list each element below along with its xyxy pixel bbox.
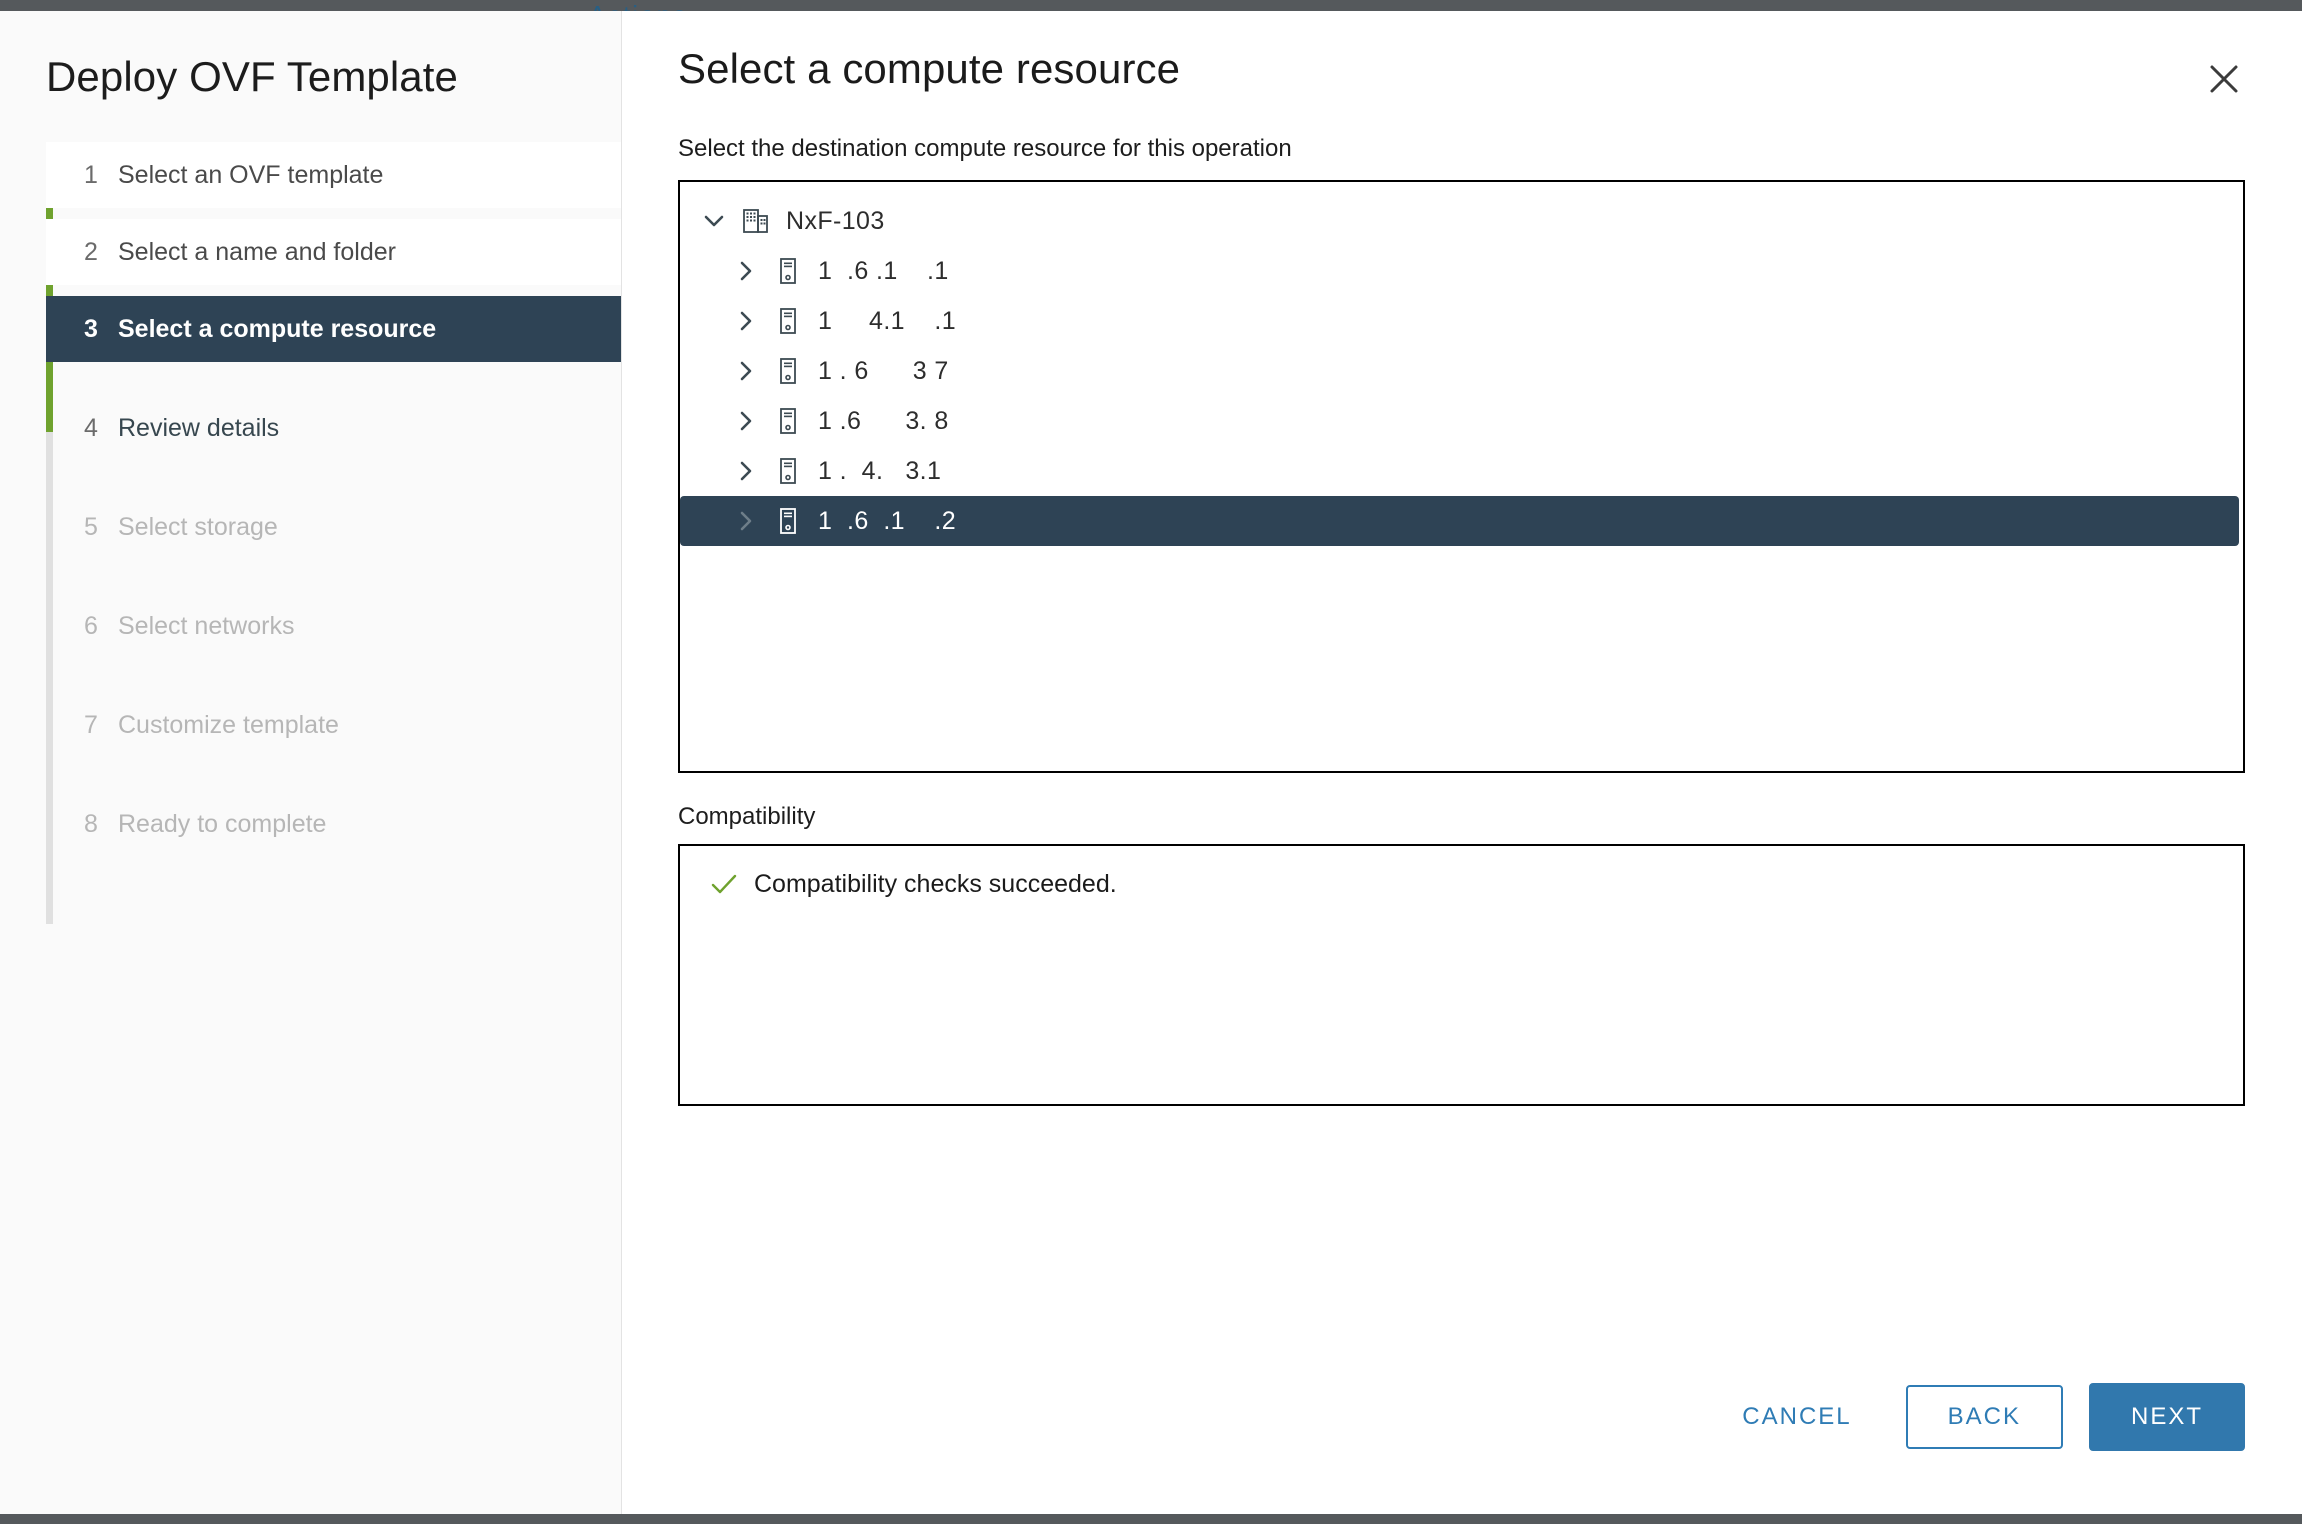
step-number: 2: [84, 237, 98, 266]
host-icon: [768, 456, 808, 486]
chevron-right-icon[interactable]: [724, 257, 768, 285]
tree-item-label: 1 4.1 .1: [818, 306, 964, 335]
page-title: Select a compute resource: [678, 45, 1181, 92]
tree-row-selected[interactable]: 1 .6 .1 .2: [680, 496, 2239, 546]
wizard-sidebar: Deploy OVF Template 1 Select an OVF temp…: [0, 11, 622, 1514]
steps-spacer: [46, 759, 621, 791]
sidebar-step-select-compute-resource[interactable]: 3 Select a compute resource: [46, 296, 621, 362]
dialog-title: Deploy OVF Template: [46, 53, 458, 100]
deploy-ovf-template-dialog: Deploy OVF Template 1 Select an OVF temp…: [0, 11, 2302, 1514]
sidebar-step-ready-to-complete: 8 Ready to complete: [46, 791, 621, 857]
cancel-button[interactable]: CANCEL: [1716, 1387, 1877, 1447]
step-number: 7: [84, 710, 98, 739]
steps-spacer: [46, 561, 621, 593]
wizard-steps-wrapper: 1 Select an OVF template 2 Select a name…: [0, 142, 621, 924]
steps-spacer: [46, 660, 621, 692]
chevron-right-icon[interactable]: [724, 307, 768, 335]
steps-spacer: [46, 462, 621, 494]
wizard-steps-list: 1 Select an OVF template 2 Select a name…: [46, 142, 621, 857]
tree-item-label: 1 .6 3. 8: [818, 406, 949, 435]
step-number: 8: [84, 809, 98, 838]
compatibility-status-text: Compatibility checks succeeded.: [754, 869, 1117, 898]
next-button[interactable]: NEXT: [2088, 1383, 2245, 1451]
step-number: 6: [84, 611, 98, 640]
step-number: 1: [84, 160, 98, 189]
host-icon: [768, 256, 808, 286]
compatibility-label: Compatibility: [678, 803, 816, 830]
bottom-chrome-strip: [0, 1514, 2302, 1524]
top-chrome-strip: [0, 0, 2302, 11]
host-icon: [768, 356, 808, 386]
compatibility-status-row: Compatibility checks succeeded.: [708, 868, 2243, 900]
step-label: Select networks: [118, 611, 295, 640]
host-icon: [768, 306, 808, 336]
chevron-right-icon[interactable]: [724, 357, 768, 385]
wizard-content-panel: Select a compute resource Select the des…: [622, 11, 2302, 1514]
sidebar-step-review-details[interactable]: 4 Review details: [46, 395, 621, 461]
step-label: Ready to complete: [118, 809, 327, 838]
back-button[interactable]: BACK: [1905, 1385, 2063, 1449]
datacenter-icon: [736, 206, 776, 236]
step-number: 5: [84, 512, 98, 541]
tree-row[interactable]: 1 .6 .1 .1: [680, 246, 2243, 296]
tree-item-label: 1 . 6 3 7: [818, 356, 949, 385]
tree-row[interactable]: 1 .6 3. 8: [680, 396, 2243, 446]
tree-row[interactable]: 1 4.1 .1: [680, 296, 2243, 346]
chevron-right-icon[interactable]: [724, 457, 768, 485]
step-label: Select a compute resource: [118, 314, 437, 343]
check-icon: [708, 868, 746, 900]
steps-spacer: [46, 363, 621, 395]
page-subtitle: Select the destination compute resource …: [678, 135, 1292, 162]
compatibility-panel: Compatibility checks succeeded.: [678, 844, 2245, 1106]
step-label: Customize template: [118, 710, 339, 739]
chevron-right-icon[interactable]: [724, 407, 768, 435]
step-label: Select storage: [118, 512, 278, 541]
sidebar-step-select-networks: 6 Select networks: [46, 593, 621, 659]
sidebar-step-select-ovf-template[interactable]: 1 Select an OVF template: [46, 142, 621, 208]
step-label: Select a name and folder: [118, 237, 396, 266]
sidebar-step-select-storage: 5 Select storage: [46, 494, 621, 560]
sidebar-step-select-name-and-folder[interactable]: 2 Select a name and folder: [46, 219, 621, 285]
sidebar-step-customize-template: 7 Customize template: [46, 692, 621, 758]
chevron-right-icon[interactable]: [724, 507, 768, 535]
tree-item-label: 1 . 4. 3.1: [818, 456, 942, 485]
compute-resource-tree[interactable]: NxF-103 1 .6 .1 .1 1 4.1 .1 1 . 6 3 7 1 …: [678, 180, 2245, 773]
tree-row[interactable]: 1 . 6 3 7: [680, 346, 2243, 396]
tree-item-label: 1 .6 .1 .2: [818, 506, 957, 535]
host-icon: [768, 406, 808, 436]
host-icon: [768, 506, 808, 536]
close-icon[interactable]: [2202, 57, 2246, 101]
tree-item-label: NxF-103: [786, 206, 885, 235]
dialog-footer: CANCEL BACK NEXT: [622, 1383, 2302, 1514]
tree-row[interactable]: NxF-103: [680, 196, 2243, 246]
step-number: 4: [84, 413, 98, 442]
step-label: Select an OVF template: [118, 160, 384, 189]
chevron-down-icon[interactable]: [692, 207, 736, 235]
tree-item-label: 1 .6 .1 .1: [818, 256, 949, 285]
content-header: Select a compute resource: [622, 11, 2302, 107]
step-label: Review details: [118, 413, 280, 442]
step-number: 3: [84, 314, 98, 343]
tree-row[interactable]: 1 . 4. 3.1: [680, 446, 2243, 496]
